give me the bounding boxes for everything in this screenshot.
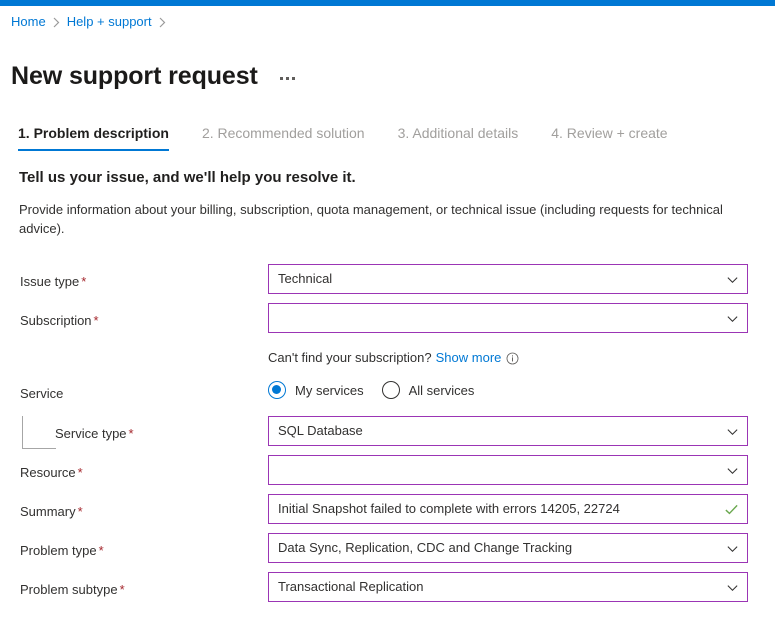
checkmark-icon [725,504,738,514]
problem-type-control: Data Sync, Replication, CDC and Change T… [268,533,748,563]
issue-type-dropdown[interactable]: Technical [268,264,748,294]
service-type-control: SQL Database [268,416,748,446]
radio-all-services[interactable]: All services [381,381,475,399]
field-row-service: Service My services All services [0,376,775,416]
radio-my-services[interactable]: My services [268,381,364,399]
ellipsis-dot [279,77,283,81]
resource-dropdown[interactable] [268,455,748,485]
chevron-right-icon-trailing [159,17,166,28]
problem-subtype-value: Transactional Replication [278,579,424,594]
support-request-form: Issue type * Technical Subscription * Ca… [0,264,775,611]
summary-control: Initial Snapshot failed to complete with… [268,494,748,524]
top-accent-bar [0,0,775,6]
field-row-summary: Summary * Initial Snapshot failed to comp… [0,494,775,532]
breadcrumb-item-help-support[interactable]: Help + support [67,14,152,30]
resource-label: Resource * [20,465,83,480]
breadcrumb: Home Help + support [11,14,173,30]
chevron-down-icon [727,467,738,474]
required-asterisk: * [77,504,83,519]
chevron-down-icon [727,315,738,322]
required-asterisk: * [77,465,83,480]
service-scope-radio-group: My services All services [268,381,492,399]
required-asterisk: * [81,274,87,289]
issue-type-label: Issue type * [20,274,87,289]
service-type-dropdown[interactable]: SQL Database [268,416,748,446]
tree-connector-line [22,416,56,449]
subscription-helper-row: Can't find your subscription? Show more [0,342,775,376]
breadcrumb-item-home[interactable]: Home [11,14,46,30]
problem-subtype-dropdown[interactable]: Transactional Replication [268,572,748,602]
subscription-control [268,303,748,333]
field-row-subscription: Subscription * [0,303,775,341]
summary-label: Summary * [20,504,83,519]
subscription-dropdown[interactable] [268,303,748,333]
radio-all-services-label: All services [408,382,475,398]
tab-problem-description[interactable]: 1. Problem description [18,124,169,151]
show-more-link[interactable]: Show more [436,349,502,367]
service-type-label: Service type * [55,426,134,441]
radio-selected-icon [268,381,286,399]
chevron-right-icon [53,17,60,28]
chevron-down-icon [727,545,738,552]
ellipsis-dot [285,77,289,81]
radio-my-services-label: My services [295,382,364,398]
intro-body: Provide information about your billing, … [19,202,723,236]
summary-value: Initial Snapshot failed to complete with… [278,501,620,516]
chevron-down-icon [727,584,738,591]
subscription-helper-text: Can't find your subscription? [268,350,432,365]
required-asterisk: * [98,543,104,558]
service-label: Service [20,386,64,401]
info-circle-icon[interactable] [506,352,519,365]
tab-additional-details[interactable]: 3. Additional details [398,124,519,151]
issue-type-value: Technical [278,271,333,286]
problem-type-dropdown[interactable]: Data Sync, Replication, CDC and Change T… [268,533,748,563]
subscription-helper: Can't find your subscription? Show more [268,349,519,367]
problem-subtype-label: Problem subtype * [20,582,125,597]
page-header: New support request [11,44,297,108]
intro-heading: Tell us your issue, and we'll help you r… [19,169,356,186]
problem-type-label: Problem type * [20,543,104,558]
required-asterisk: * [119,582,125,597]
chevron-down-icon [727,428,738,435]
ellipsis-horizontal-icon[interactable] [278,73,297,84]
summary-input[interactable]: Initial Snapshot failed to complete with… [268,494,748,524]
resource-control [268,455,748,485]
issue-type-control: Technical [268,264,748,294]
problem-type-value: Data Sync, Replication, CDC and Change T… [278,540,573,555]
chevron-down-icon [727,276,738,283]
ellipsis-dot [291,77,295,81]
service-type-value: SQL Database [278,423,363,438]
problem-subtype-control: Transactional Replication [268,572,748,602]
required-asterisk: * [93,313,99,328]
tab-review-create[interactable]: 4. Review + create [551,124,667,151]
tab-recommended-solution[interactable]: 2. Recommended solution [202,124,365,151]
field-row-service-type: Service type * SQL Database [0,416,775,454]
radio-unselected-icon [381,381,400,399]
field-row-problem-subtype: Problem subtype * Transactional Replicati… [0,572,775,610]
field-row-issue-type: Issue type * Technical [0,264,775,302]
page-title: New support request [11,61,258,90]
required-asterisk: * [128,426,134,441]
wizard-tabs: 1. Problem description 2. Recommended so… [18,124,701,151]
subscription-label: Subscription * [20,313,99,328]
field-row-resource: Resource * [0,455,775,493]
field-row-problem-type: Problem type * Data Sync, Replication, CD… [0,533,775,571]
